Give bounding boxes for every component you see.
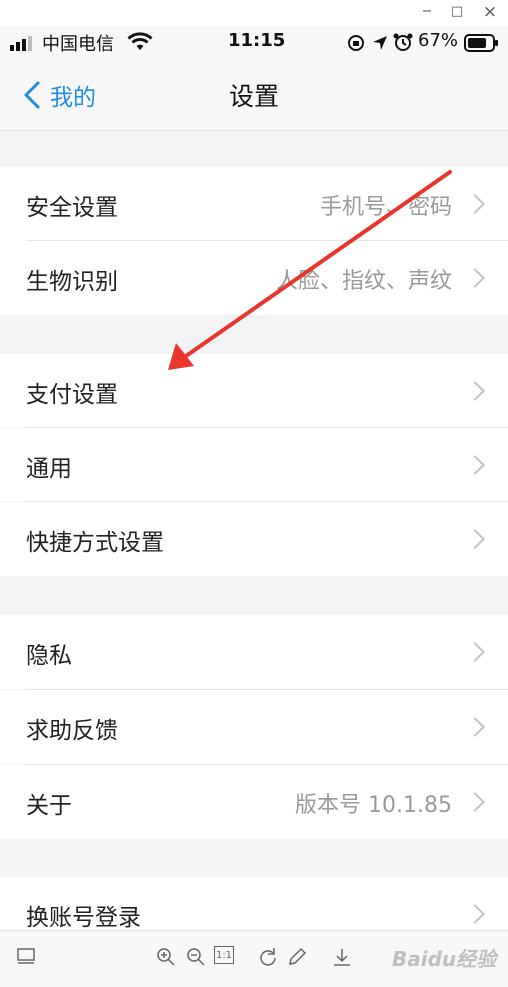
window-controls: − □ ×	[0, 0, 508, 26]
edit-pencil-icon[interactable]	[287, 947, 307, 967]
location-icon	[373, 36, 387, 50]
thumbnail-icon[interactable]	[16, 947, 36, 967]
zoom-out-icon[interactable]	[186, 947, 206, 967]
download-icon[interactable]	[332, 947, 352, 967]
list-item-label: 生物识别	[26, 269, 118, 295]
alarm-icon	[393, 33, 413, 51]
minimize-icon[interactable]: −	[417, 3, 437, 21]
list-item-feedback[interactable]: 求助反馈	[0, 690, 508, 764]
rotate-icon[interactable]	[258, 947, 278, 967]
list-item-value: 人脸、指纹、声纹	[275, 269, 452, 294]
clock: 11:15	[228, 30, 286, 51]
signal-icon	[10, 36, 32, 51]
status-bar: 中国电信 11:15 67%	[0, 26, 508, 60]
chevron-right-icon	[465, 455, 485, 475]
list-item-privacy[interactable]: 隐私	[0, 615, 508, 689]
chevron-right-icon	[465, 268, 485, 288]
chevron-right-icon	[465, 642, 485, 662]
list-item-label: 求助反馈	[26, 718, 118, 744]
list-item-label: 快捷方式设置	[26, 530, 164, 556]
list-item-biometrics[interactable]: 生物识别 人脸、指纹、声纹	[0, 241, 508, 315]
list-item-security[interactable]: 安全设置 手机号、密码	[0, 167, 508, 241]
list-item-general[interactable]: 通用	[0, 428, 508, 501]
wifi-icon	[127, 32, 153, 50]
zoom-in-icon[interactable]	[156, 947, 176, 967]
chevron-right-icon	[465, 194, 485, 214]
list-item-label: 支付设置	[26, 382, 118, 408]
battery-icon	[464, 34, 498, 52]
chevron-right-icon	[465, 792, 485, 812]
list-item-value: 手机号、密码	[319, 195, 452, 220]
viewer-toolbar: 1:1 Baidu经验	[0, 930, 508, 987]
chevron-right-icon	[465, 381, 485, 401]
chevron-right-icon	[465, 717, 485, 737]
battery-percent: 67%	[418, 30, 459, 51]
baidu-watermark: Baidu经验	[392, 947, 497, 971]
chevron-right-icon	[465, 529, 485, 549]
list-item-shortcuts[interactable]: 快捷方式设置	[0, 502, 508, 576]
navigation-bar: 我的 设置	[0, 60, 508, 131]
list-item-label: 隐私	[26, 643, 72, 669]
close-icon[interactable]: ×	[480, 3, 500, 21]
carrier-label: 中国电信	[42, 34, 114, 55]
list-item-about[interactable]: 关于 版本号 10.1.85	[0, 765, 508, 839]
chevron-right-icon	[465, 904, 485, 924]
list-item-label: 安全设置	[26, 195, 118, 221]
list-item-payment[interactable]: 支付设置	[0, 354, 508, 427]
rotation-lock-icon	[348, 35, 364, 51]
actual-size-button[interactable]: 1:1	[214, 946, 234, 964]
maximize-icon[interactable]: □	[447, 3, 467, 21]
page-title: 设置	[228, 82, 279, 111]
list-item-label: 关于	[26, 793, 72, 819]
list-item-label: 换账号登录	[26, 905, 141, 931]
list-item-value: 版本号 10.1.85	[295, 793, 452, 818]
list-item-label: 通用	[26, 456, 72, 482]
